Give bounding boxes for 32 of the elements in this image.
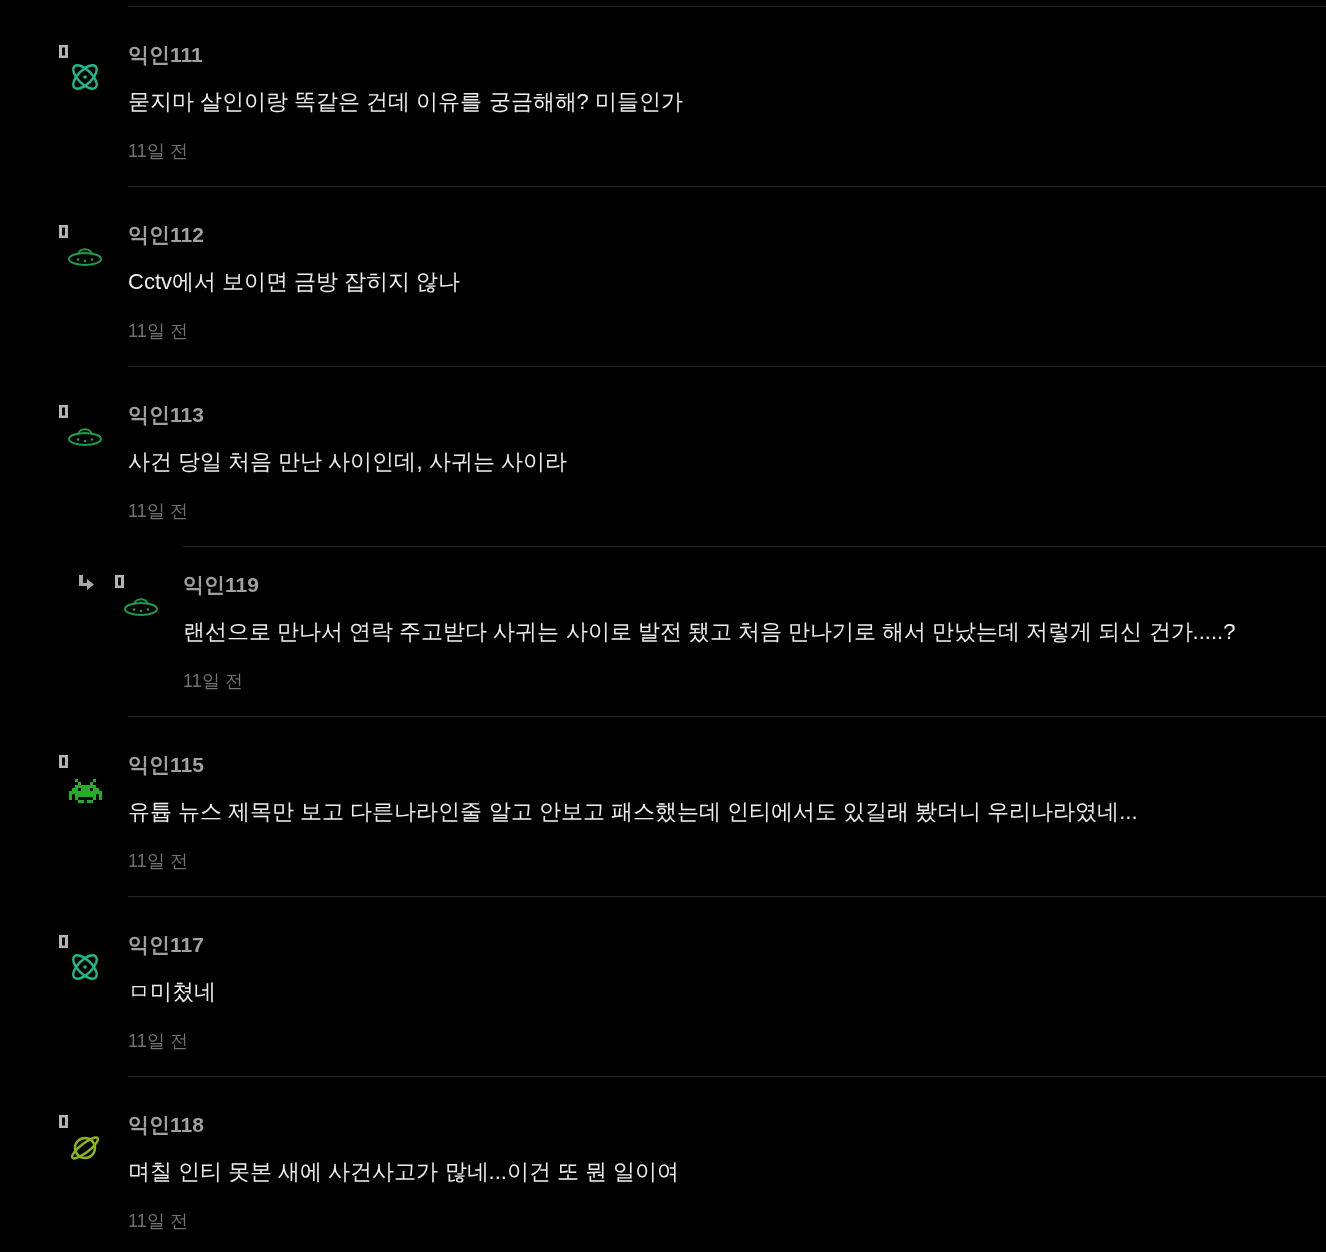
- missing-glyph-icon: [59, 405, 68, 418]
- timestamp: 11일 전: [128, 140, 189, 163]
- timestamp: 11일 전: [128, 320, 189, 343]
- missing-glyph-icon: [59, 225, 68, 238]
- comment-text: 사건 당일 처음 만난 사이인데, 사귀는 사이라: [128, 448, 568, 476]
- timestamp: 11일 전: [183, 670, 244, 693]
- missing-glyph-icon: [59, 1115, 68, 1128]
- author-name: 익인119: [183, 572, 260, 598]
- timestamp: 11일 전: [128, 1030, 189, 1053]
- comment-text: 랜선으로 만나서 연락 주고받다 사귀는 사이로 발전 됐고 처음 만나기로 해서 만났는데 저렇게 되신 건가.....?: [183, 618, 1237, 646]
- author-name: 익인111: [128, 42, 204, 68]
- comment-text: 유튭 뉴스 제목만 보고 다른나라인줄 알고 안보고 패스했는데 인티에서도 있길래 봤더니 우리나라였네...: [128, 798, 1139, 826]
- author-name: 익인113: [128, 402, 205, 428]
- ufo-icon: [68, 246, 102, 267]
- author-name: 익인117: [128, 932, 205, 958]
- missing-glyph-icon: [59, 45, 68, 58]
- ufo-icon: [68, 426, 102, 447]
- missing-glyph-icon: [59, 755, 68, 768]
- missing-glyph-icon: [115, 575, 124, 588]
- timestamp: 11일 전: [128, 500, 189, 523]
- author-name: 익인118: [128, 1112, 205, 1138]
- alien-icon: [69, 779, 102, 803]
- author-name: 익인115: [128, 752, 205, 778]
- comment-text: ㅁ미쳤네: [128, 978, 217, 1006]
- timestamp: 11일 전: [128, 1210, 189, 1233]
- author-name: 익인112: [128, 222, 205, 248]
- timestamp: 11일 전: [128, 850, 189, 873]
- comment-text: 묻지마 살인이랑 똑같은 건데 이유를 궁금해해? 미들인가: [128, 88, 684, 116]
- ufo-icon: [124, 596, 158, 617]
- comment-text: Cctv에서 보이면 금방 잡히지 않나: [128, 268, 462, 296]
- comment-text: 며칠 인티 못본 새에 사건사고가 많네...이건 또 뭔 일이여: [128, 1158, 681, 1186]
- missing-glyph-icon: [59, 935, 68, 948]
